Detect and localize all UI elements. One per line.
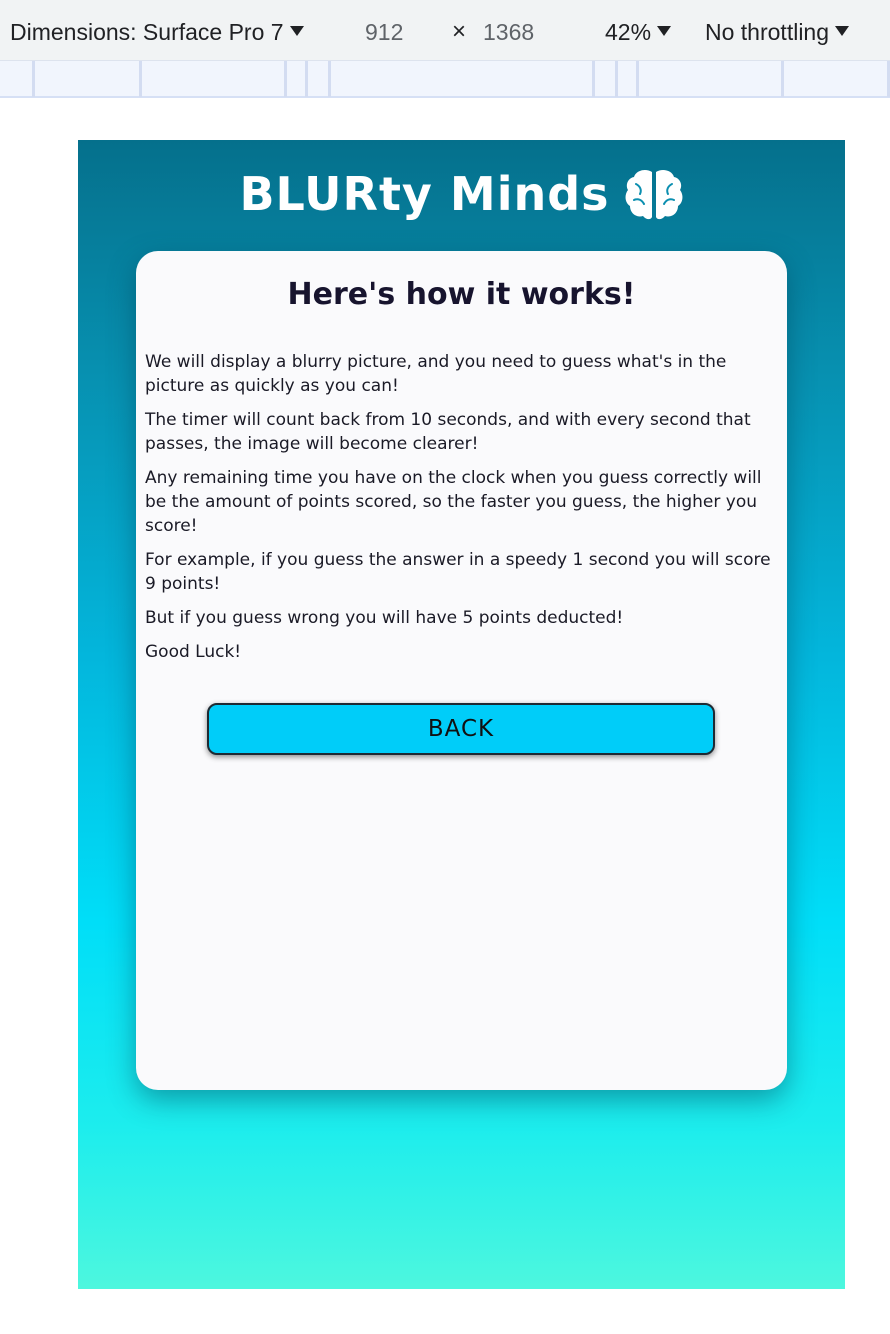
ruler-divider: [305, 61, 308, 97]
media-query-ruler[interactable]: [0, 60, 890, 98]
back-button[interactable]: BACK: [207, 703, 715, 755]
instruction-paragraph: For example, if you guess the answer in …: [145, 550, 771, 594]
viewport-width-input[interactable]: 912: [365, 18, 403, 46]
ruler-divider: [32, 61, 35, 97]
times-icon: ×: [452, 18, 467, 45]
instruction-paragraph: The timer will count back from 10 second…: [145, 410, 751, 454]
chevron-down-icon: [289, 26, 304, 36]
ruler-divider: [636, 61, 639, 97]
chevron-down-icon: [657, 26, 672, 36]
devtools-device-toolbar: Dimensions: Surface Pro 7 912 × 1368 42%…: [0, 0, 890, 62]
instructions-body: We will display a blurry picture, and yo…: [145, 350, 781, 674]
ruler-divider: [284, 61, 287, 97]
device-dimensions-label: Dimensions: Surface Pro 7: [10, 19, 284, 45]
instruction-paragraph: We will display a blurry picture, and yo…: [145, 352, 727, 396]
viewport-height-input[interactable]: 1368: [483, 18, 534, 46]
ruler-divider: [781, 61, 784, 97]
ruler-divider: [139, 61, 142, 97]
zoom-label: 42%: [605, 19, 652, 45]
device-dimensions-dropdown[interactable]: Dimensions: Surface Pro 7: [10, 18, 304, 46]
site-header: BLURty Minds: [78, 162, 845, 226]
ruler-divider: [592, 61, 595, 97]
instruction-paragraph: Good Luck!: [145, 642, 242, 662]
instruction-paragraph: But if you guess wrong you will have 5 p…: [145, 608, 624, 628]
ruler-divider: [328, 61, 331, 97]
instructions-card: Here's how it works! We will display a b…: [136, 251, 787, 1090]
chevron-down-icon: [835, 26, 850, 36]
throttling-dropdown[interactable]: No throttling: [705, 18, 850, 46]
brand-title: BLURty Minds: [239, 167, 610, 221]
instruction-paragraph: Any remaining time you have on the clock…: [145, 468, 762, 536]
zoom-dropdown[interactable]: 42%: [605, 18, 672, 46]
brain-icon: [625, 169, 683, 220]
instructions-title: Here's how it works!: [287, 277, 636, 312]
device-screen: BLURty Minds Here's how it works! We wil…: [78, 140, 845, 1289]
ruler-divider: [615, 61, 618, 97]
throttling-label: No throttling: [705, 19, 830, 45]
